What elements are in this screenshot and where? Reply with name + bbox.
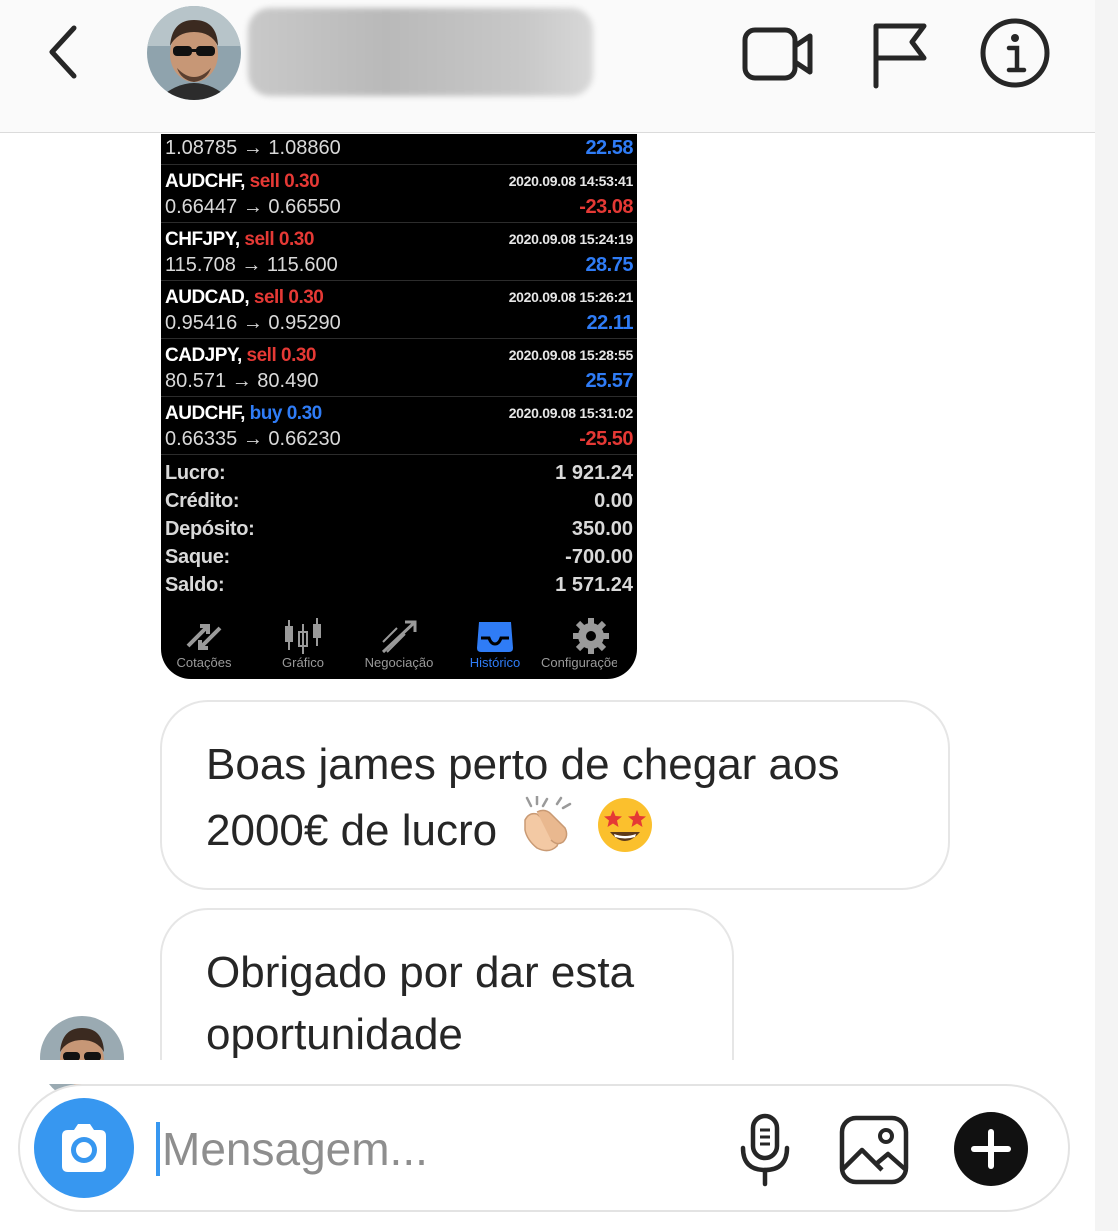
report-button[interactable]	[866, 16, 944, 94]
summary-label: Saque:	[165, 546, 230, 568]
summary-row: Depósito: 350.00	[161, 516, 637, 544]
message-text: Obrigado por dar esta	[206, 948, 635, 997]
trade-profit: 22.11	[586, 312, 634, 334]
trade-time: 2020.09.08 15:24:19	[508, 231, 634, 247]
candlestick-chart-icon	[285, 618, 321, 654]
trade-price: 80.571 → 80.490	[165, 370, 319, 392]
trade-row: AUDCHF, buy 0.30 2020.09.08 15:31:02 0.6…	[161, 397, 637, 455]
trade-time: 2020.09.08 15:26:21	[508, 289, 634, 305]
trade-icon	[381, 620, 417, 654]
trade-time: 2020.09.08 15:31:02	[508, 405, 634, 421]
trade-symbol: AUDCHF, buy 0.30	[165, 403, 322, 424]
summary-label: Crédito:	[165, 490, 240, 512]
trade-profit: 22.58	[585, 137, 633, 159]
message-text-line: oportunidade	[206, 1010, 463, 1059]
voice-message-button[interactable]	[735, 1112, 795, 1188]
message-composer	[18, 1084, 1070, 1212]
star-struck-emoji	[596, 796, 654, 871]
message-bubble[interactable]: Boas james perto de chegar aos 2000€ de …	[160, 700, 950, 890]
trade-row: CHFJPY, sell 0.30 2020.09.08 15:24:19 11…	[161, 223, 637, 281]
trade-time: 2020.09.08 15:28:55	[508, 347, 634, 363]
message-text: Boas james perto de chegar aos	[206, 740, 840, 789]
trade-price: 0.95416 → 0.95290	[165, 312, 341, 334]
gallery-button[interactable]	[838, 1114, 910, 1186]
camera-icon	[62, 1124, 106, 1172]
video-call-icon	[742, 27, 813, 81]
trade-profit: -23.08	[579, 196, 633, 218]
trade-symbol: AUDCHF, sell 0.30	[165, 171, 320, 192]
info-icon	[980, 18, 1050, 88]
shared-trading-screenshot[interactable]: 1.08785 → 1.08860 22.58 AUDCHF, sell 0.3…	[161, 134, 637, 679]
back-button[interactable]	[40, 22, 90, 82]
summary-value: 1 571.24	[555, 574, 633, 596]
summary-value: 0.00	[594, 490, 633, 512]
trade-row: AUDCHF, sell 0.30 2020.09.08 14:53:41 0.…	[161, 165, 637, 223]
summary-label: Depósito:	[165, 518, 255, 540]
trade-row: 1.08785 → 1.08860 22.58	[161, 134, 637, 165]
right-edge	[1095, 0, 1118, 1231]
trading-tab-bar: Cotações Gráfico Negociação Histórico Co…	[161, 612, 637, 679]
summary-row: Crédito: 0.00	[161, 488, 637, 516]
trade-symbol: CHFJPY, sell 0.30	[165, 229, 314, 250]
image-gallery-icon	[839, 1115, 909, 1185]
account-summary: Lucro: 1 921.24 Crédito: 0.00 Depósito: …	[161, 460, 637, 600]
trade-price: 0.66335 → 0.66230	[165, 428, 341, 450]
summary-value: 1 921.24	[555, 462, 633, 484]
summary-value: 350.00	[571, 518, 633, 540]
trade-symbol: AUDCAD, sell 0.30	[165, 287, 324, 308]
more-options-button[interactable]	[954, 1112, 1028, 1186]
quotes-icon	[186, 624, 222, 650]
trade-time: 2020.09.08 14:53:41	[508, 173, 634, 189]
trade-price: 0.66447 → 0.66550	[165, 196, 341, 218]
chat-header	[0, 0, 1095, 133]
tab-quotes: Cotações	[161, 612, 254, 679]
tab-label: Histórico	[469, 655, 521, 670]
trade-profit: 28.75	[585, 254, 633, 276]
camera-button[interactable]	[34, 1098, 134, 1198]
tab-label: Configurações	[541, 655, 617, 670]
message-text-line: 2000€ de lucro	[206, 794, 904, 871]
summary-label: Lucro:	[165, 462, 226, 484]
trade-price: 1.08785 → 1.08860	[165, 137, 341, 159]
trade-symbol: CADJPY, sell 0.30	[165, 345, 316, 366]
message-bubble[interactable]: Obrigado por dar esta oportunidade	[160, 908, 734, 1078]
info-button[interactable]	[978, 16, 1056, 94]
tab-settings: Configurações	[541, 612, 637, 679]
summary-value: -700.00	[565, 546, 633, 568]
trade-profit: -25.50	[579, 428, 633, 450]
contact-avatar[interactable]	[147, 6, 241, 100]
clapping-hands-emoji	[517, 794, 575, 871]
summary-row: Saque: -700.00	[161, 544, 637, 572]
microphone-icon	[740, 1113, 790, 1187]
chevron-left-icon	[49, 25, 77, 79]
trade-row: AUDCAD, sell 0.30 2020.09.08 15:26:21 0.…	[161, 281, 637, 339]
history-inbox-icon	[477, 622, 513, 652]
tab-chart: Gráfico	[253, 612, 353, 679]
flag-icon	[873, 23, 927, 89]
summary-row: Lucro: 1 921.24	[161, 460, 637, 488]
trade-price: 115.708 → 115.600	[165, 254, 338, 276]
composer-divider	[0, 1060, 1095, 1084]
summary-row: Saldo: 1 571.24	[161, 572, 637, 600]
blurred-contact-name	[248, 8, 593, 96]
trade-profit: 25.57	[585, 370, 633, 392]
tab-trade: Negociação	[349, 612, 449, 679]
settings-gear-icon	[573, 618, 609, 654]
trade-row: CADJPY, sell 0.30 2020.09.08 15:28:55 80…	[161, 339, 637, 397]
video-call-button[interactable]	[740, 16, 818, 94]
message-input[interactable]	[162, 1116, 682, 1182]
tab-history: Histórico	[445, 612, 545, 679]
plus-icon	[971, 1129, 1011, 1169]
summary-label: Saldo:	[165, 574, 225, 596]
text-cursor	[156, 1122, 160, 1176]
